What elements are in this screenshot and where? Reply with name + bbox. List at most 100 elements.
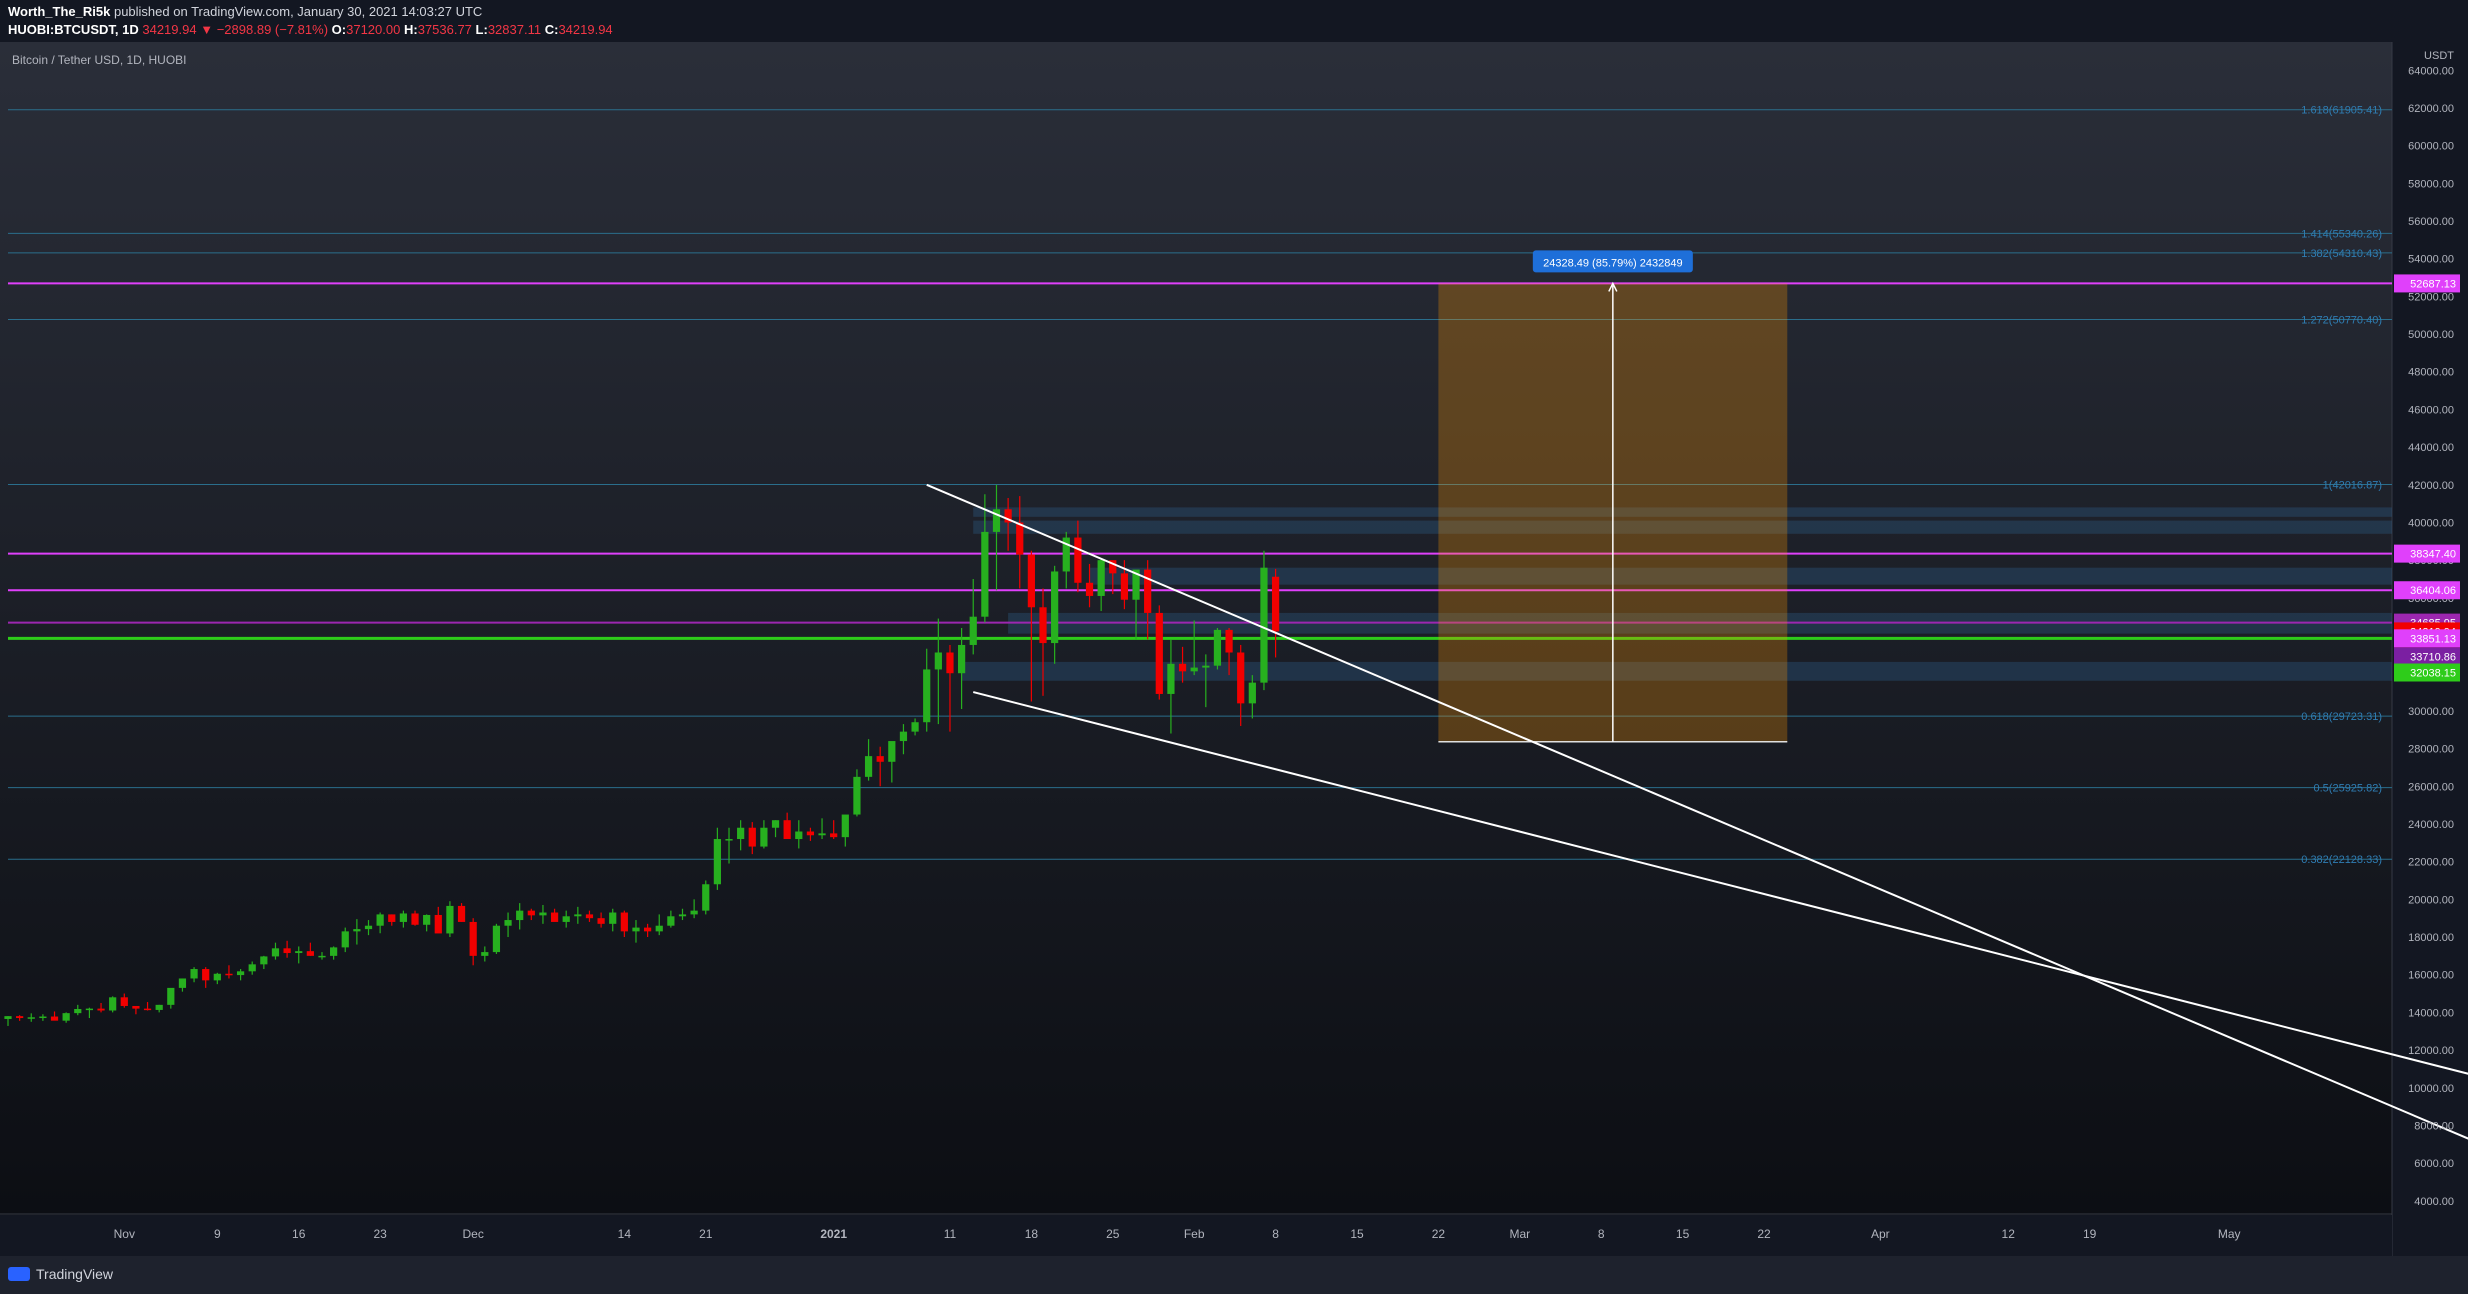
fib-level-label: 1.618(61905.41) (2301, 105, 2382, 117)
price-tick-label: 22000.00 (2408, 857, 2454, 869)
candle-body (1155, 612, 1163, 694)
candle-body (1271, 576, 1280, 632)
candle-body (469, 921, 477, 956)
candle-body (585, 914, 594, 919)
candle-body (1225, 629, 1233, 653)
price-tick-label: 12000.00 (2408, 1045, 2454, 1057)
price-tick-label: 50000.00 (2408, 329, 2454, 341)
down-arrow-icon: ▼ (200, 22, 214, 37)
symbol-label: HUOBI:BTCUSDT, 1D (8, 22, 139, 37)
candle-body (899, 731, 908, 742)
price-tick-label: 14000.00 (2408, 1007, 2454, 1019)
price-tick-label: 48000.00 (2408, 367, 2454, 379)
high-value: 37536.77 (417, 22, 472, 37)
author-name[interactable]: Worth_The_Ri5k (8, 4, 110, 19)
fib-level-label: 1(42016.87) (2323, 479, 2382, 491)
axis-price-label-text: 33710.86 (2410, 651, 2456, 663)
time-tick-label: May (2218, 1227, 2241, 1241)
candle-body (1213, 629, 1222, 666)
tradingview-logo[interactable]: TradingView (8, 1266, 113, 1282)
candle-body (481, 952, 489, 956)
candle-body (318, 955, 326, 958)
candle-body (841, 814, 849, 838)
time-tick-label: 25 (1106, 1227, 1120, 1241)
candle-body (306, 951, 314, 956)
candle-body (644, 927, 652, 932)
candle-body (1074, 537, 1082, 583)
time-tick-label: Dec (462, 1227, 483, 1241)
chart-background (0, 42, 2468, 1256)
candle-body (423, 914, 431, 925)
price-tick-label: 30000.00 (2408, 706, 2454, 718)
candle-body (1178, 663, 1187, 672)
time-tick-label: Apr (1871, 1227, 1890, 1241)
candle-body (702, 884, 710, 911)
candle-body (655, 925, 663, 932)
high-label: H: (403, 22, 418, 37)
candle-body (143, 1008, 152, 1011)
tradingview-icon (8, 1267, 30, 1281)
time-tick-label: Mar (1509, 1227, 1530, 1241)
time-tick-label: 16 (292, 1227, 306, 1241)
price-change: −2898.89 (−7.81%) (216, 22, 329, 37)
candle-body (388, 914, 396, 922)
candle-body (888, 741, 896, 762)
candle-body (1016, 522, 1024, 555)
time-tick-label: 9 (214, 1227, 221, 1241)
candle-body (864, 756, 873, 777)
candle-body (632, 927, 640, 932)
candle-body (1027, 554, 1035, 608)
chart-header: Worth_The_Ri5k published on TradingView.… (0, 0, 2468, 42)
time-tick-label: 22 (1757, 1227, 1771, 1241)
candle-body (690, 910, 698, 915)
low-value: 32837.11 (487, 22, 542, 37)
price-tick-label: 44000.00 (2408, 442, 2454, 454)
time-tick-label: 8 (1598, 1227, 1605, 1241)
candle-body (1051, 571, 1059, 644)
candle-body (620, 912, 628, 932)
candle-body (85, 1008, 94, 1011)
candle-body (1167, 663, 1175, 694)
candle-body (225, 973, 233, 976)
fib-level-label: 1.272(50770.40) (2301, 315, 2382, 327)
candle-body (1190, 667, 1198, 672)
fib-level-label: 0.5(25925.82) (2314, 783, 2383, 795)
time-tick-label: 14 (618, 1227, 632, 1241)
candle-body (376, 914, 384, 926)
candle-body (4, 1016, 12, 1019)
price-chart[interactable]: Bitcoin / Tether USD, 1D, HUOBI USDT 1.6… (0, 42, 2468, 1256)
price-tick-label: 20000.00 (2408, 894, 2454, 906)
candle-body (946, 652, 954, 674)
footer-bar: TradingView (0, 1256, 2468, 1294)
time-tick-label: 8 (1272, 1227, 1279, 1241)
candle-body (330, 947, 338, 956)
candle-body (295, 951, 303, 954)
time-tick-label: 11 (944, 1227, 957, 1241)
candle-body (1097, 560, 1105, 596)
axis-price-label-text: 33851.13 (2410, 633, 2456, 645)
low-label: L: (475, 22, 488, 37)
candle-body (725, 839, 733, 841)
candle-body (713, 839, 721, 885)
candle-body (504, 920, 512, 926)
candle-body (132, 1005, 140, 1009)
candle-body (271, 948, 280, 957)
price-tick-label: 62000.00 (2408, 103, 2454, 115)
candle-body (248, 964, 256, 972)
candle-body (783, 820, 791, 840)
price-tick-label: 24000.00 (2408, 819, 2454, 831)
candle-body (167, 987, 175, 1005)
price-tick-label: 10000.00 (2408, 1083, 2454, 1095)
candle-body (457, 905, 466, 922)
candle-body (876, 756, 884, 762)
candle-body (283, 948, 291, 954)
candle-body (516, 910, 524, 921)
candle-body (539, 912, 547, 916)
price-tick-label: 64000.00 (2408, 65, 2454, 77)
time-tick-label: 15 (1350, 1227, 1364, 1241)
candle-body (236, 971, 245, 976)
candle-body (923, 669, 931, 723)
level-price-label-text: 52687.13 (2410, 278, 2456, 290)
candle-body (1260, 567, 1268, 683)
candle-body (1085, 582, 1094, 596)
